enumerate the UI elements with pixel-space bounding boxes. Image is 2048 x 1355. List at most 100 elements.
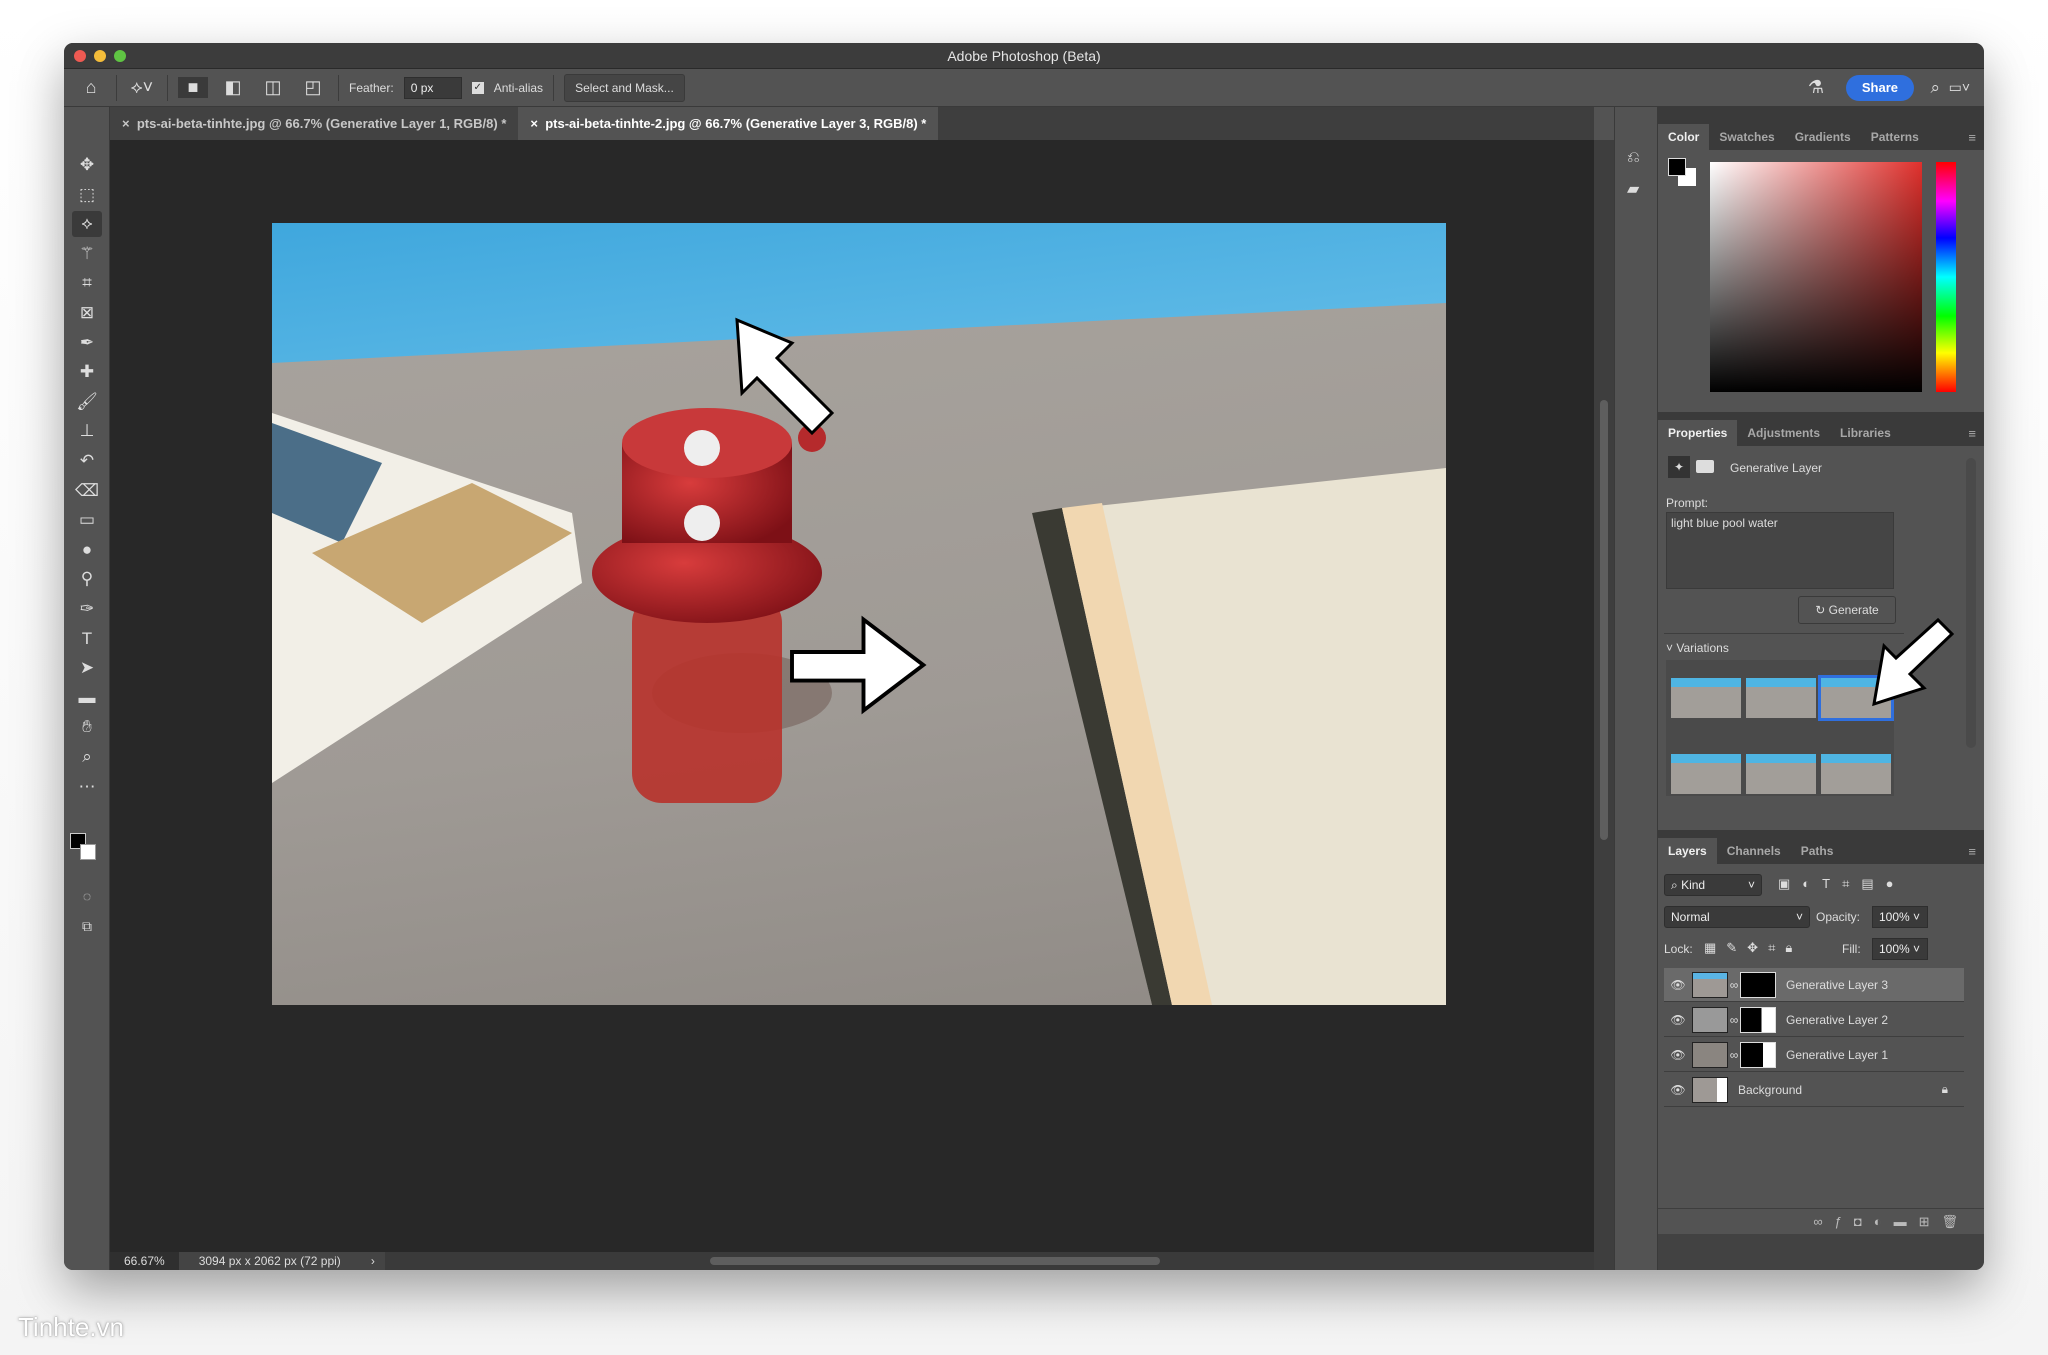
document-tab[interactable]: × pts-ai-beta-tinhte.jpg @ 66.7% (Genera… <box>110 107 519 140</box>
layer-mask-thumbnail[interactable] <box>1740 1041 1776 1068</box>
tab-swatches[interactable]: Swatches <box>1709 124 1784 150</box>
variations-toggle[interactable]: ˅ Variations <box>1666 641 1729 655</box>
screen-mode-icon[interactable]: ⧉ <box>72 913 102 939</box>
history-icon[interactable]: ⎌ <box>1627 149 1640 167</box>
layer-row[interactable]: 👁︎ ∞ Generative Layer 1 <box>1664 1038 1964 1072</box>
prompt-input[interactable]: light blue pool water <box>1666 512 1894 589</box>
layer-mask-thumbnail[interactable] <box>1740 971 1776 998</box>
document-info[interactable]: 3094 px x 2062 px (72 ppi) <box>178 1252 361 1270</box>
intersect-selection-icon[interactable]: ◰ <box>298 77 328 98</box>
zoom-button[interactable] <box>114 50 126 62</box>
properties-scrollbar[interactable] <box>1966 458 1976 748</box>
opacity-input[interactable]: 100% ˅ <box>1872 906 1928 928</box>
foreground-color[interactable] <box>1668 158 1686 176</box>
frame-tool-icon[interactable]: ⊠ <box>72 300 102 326</box>
history-brush-tool-icon[interactable]: ↶ <box>72 448 102 474</box>
pen-tool-icon[interactable]: ✑ <box>72 596 102 622</box>
crop-tool-icon[interactable]: ⌗ <box>72 270 102 296</box>
healing-tool-icon[interactable]: ✚ <box>72 359 102 385</box>
minimize-button[interactable] <box>94 50 106 62</box>
pool-water <box>272 223 1446 363</box>
visibility-eye-icon[interactable]: 👁︎ <box>1664 978 1692 992</box>
tab-paths[interactable]: Paths <box>1791 838 1844 864</box>
brush-tool-icon[interactable]: 🖌︎ <box>72 389 102 415</box>
hue-slider[interactable] <box>1936 162 1956 392</box>
document-image[interactable] <box>272 223 1446 1005</box>
blend-mode-select[interactable]: Normal ˅ <box>1664 906 1810 928</box>
flask-icon[interactable]: ⚗ <box>1808 77 1824 98</box>
path-select-tool-icon[interactable]: ➤ <box>72 655 102 681</box>
visibility-eye-icon[interactable]: 👁︎ <box>1664 1013 1692 1027</box>
layer-filter-select[interactable]: ⌕ Kind ˅ <box>1664 874 1762 896</box>
tab-channels[interactable]: Channels <box>1717 838 1791 864</box>
magic-wand-tool-icon[interactable]: ⚚ <box>72 241 102 267</box>
share-button[interactable]: Share <box>1845 75 1914 101</box>
move-tool-icon[interactable]: ✥ <box>72 152 102 178</box>
tab-libraries[interactable]: Libraries <box>1830 420 1901 446</box>
quick-mask-icon[interactable]: ◌ <box>72 883 102 909</box>
filter-label: Kind <box>1681 878 1706 892</box>
variation-thumbnail-1[interactable] <box>1671 678 1741 718</box>
fill-input[interactable]: 100% ˅ <box>1872 938 1928 960</box>
color-panel-tabs: Color Swatches Gradients Patterns ≡ <box>1658 124 1984 150</box>
layer-actions-bar[interactable]: ∞ƒ◘◐▬⊞🗑︎ <box>1658 1208 1984 1234</box>
layer-thumbnail <box>1692 1076 1728 1103</box>
panel-menu-icon[interactable]: ≡ <box>1968 130 1976 145</box>
horizontal-scrollbar[interactable] <box>710 1257 1160 1265</box>
zoom-tool-icon[interactable]: ⌕ <box>72 744 102 770</box>
lock-icons[interactable]: ▦✎✥⌗🔒︎ <box>1704 940 1802 956</box>
antialias-checkbox[interactable]: ✓ <box>471 81 484 94</box>
layer-mask-thumbnail[interactable] <box>1740 1006 1776 1033</box>
home-icon[interactable]: ⌂ <box>76 77 106 98</box>
visibility-eye-icon[interactable]: 👁︎ <box>1664 1083 1692 1097</box>
variation-thumbnail-2[interactable] <box>1746 678 1816 718</box>
tab-gradients[interactable]: Gradients <box>1785 124 1861 150</box>
layer-row-selected[interactable]: 👁︎ ∞ Generative Layer 3 <box>1664 968 1964 1002</box>
eyedropper-tool-icon[interactable]: ✒ <box>72 330 102 356</box>
color-field[interactable] <box>1710 162 1922 392</box>
layer-filter-icons[interactable]: ▣◐T⌗▤● <box>1778 876 1906 892</box>
stamp-tool-icon[interactable]: ⊥ <box>72 418 102 444</box>
workspace-icon[interactable]: ▭˅ <box>1949 79 1970 96</box>
subtract-selection-icon[interactable]: ◫ <box>258 77 288 98</box>
canvas-area[interactable] <box>110 140 1594 1252</box>
zoom-level[interactable]: 66.67% <box>110 1252 179 1270</box>
layer-name: Generative Layer 1 <box>1786 1047 1889 1062</box>
background-color-swatch[interactable] <box>80 844 96 860</box>
more-tool-icon[interactable]: ⋯ <box>72 774 102 800</box>
rectangle-tool-icon[interactable]: ▬ <box>72 685 102 711</box>
eraser-tool-icon[interactable]: ⌫ <box>72 478 102 504</box>
variation-thumbnail-4[interactable] <box>1671 754 1741 794</box>
hand-tool-icon[interactable]: ✋︎ <box>72 714 102 740</box>
select-and-mask-button[interactable]: Select and Mask... <box>564 73 685 102</box>
document-tab-active[interactable]: × pts-ai-beta-tinhte-2.jpg @ 66.7% (Gene… <box>518 107 939 140</box>
tab-properties[interactable]: Properties <box>1658 420 1738 446</box>
layer-row[interactable]: 👁︎ ∞ Generative Layer 2 <box>1664 1003 1964 1037</box>
panel-menu-icon[interactable]: ≡ <box>1968 426 1976 441</box>
lasso-preset-icon[interactable]: ⟡˅ <box>127 77 157 98</box>
lasso-tool-icon[interactable]: ⟡ <box>72 211 102 238</box>
variation-thumbnail-5[interactable] <box>1746 754 1816 794</box>
vertical-scrollbar[interactable] <box>1600 400 1608 840</box>
panel-menu-icon[interactable]: ≡ <box>1968 844 1976 859</box>
tab-patterns[interactable]: Patterns <box>1861 124 1929 150</box>
status-chevron-icon[interactable]: › <box>360 1252 385 1270</box>
type-tool-icon[interactable]: T <box>72 626 102 652</box>
visibility-eye-icon[interactable]: 👁︎ <box>1664 1048 1692 1062</box>
feather-input[interactable]: 0 px <box>403 76 462 99</box>
marquee-tool-icon[interactable]: ⬚ <box>72 182 102 208</box>
dodge-tool-icon[interactable]: ⚲ <box>72 566 102 592</box>
blur-tool-icon[interactable]: ● <box>72 537 102 563</box>
toolbar: ✥ ⬚ ⟡ ⚚ ⌗ ⊠ ✒ ✚ 🖌︎ ⊥ ↶ ⌫ ▭ ● ⚲ ✑ T ➤ ▬ ✋︎ ⌕ ⋯ ◌ ⧉ <box>64 107 110 1270</box>
search-icon[interactable]: ⌕ <box>1930 78 1940 98</box>
gradient-tool-icon[interactable]: ▭ <box>72 507 102 533</box>
comment-icon[interactable]: ▰ <box>1627 179 1639 199</box>
tab-adjustments[interactable]: Adjustments <box>1737 420 1830 446</box>
variation-thumbnail-6[interactable] <box>1821 754 1891 794</box>
tab-layers[interactable]: Layers <box>1658 838 1717 864</box>
layer-row[interactable]: 👁︎ Background 🔒︎ <box>1664 1073 1964 1107</box>
new-selection-icon[interactable]: ■ <box>178 77 208 98</box>
add-selection-icon[interactable]: ◧ <box>218 77 248 98</box>
close-button[interactable] <box>74 50 86 62</box>
tab-color[interactable]: Color <box>1658 124 1710 150</box>
